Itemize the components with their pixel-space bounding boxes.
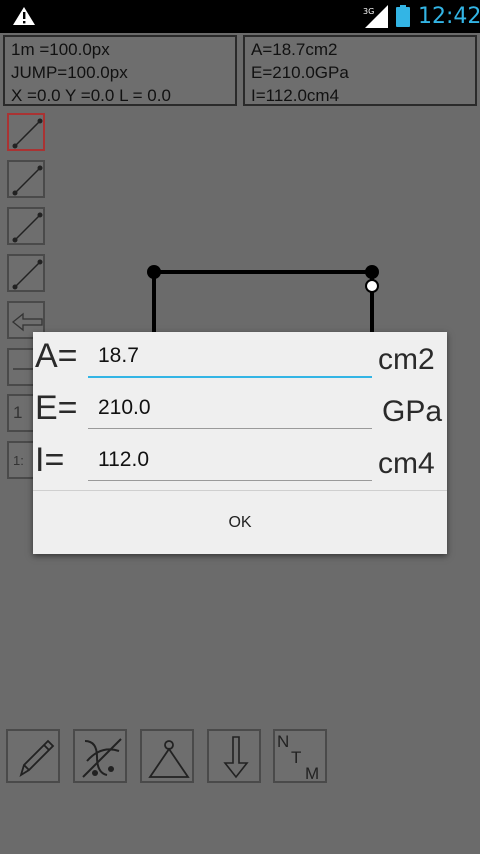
inertia-input[interactable]	[88, 440, 372, 480]
area-label: A=	[35, 337, 78, 375]
line-tool-button[interactable]	[7, 160, 45, 198]
load-arrow-down-icon	[223, 736, 249, 779]
node	[147, 265, 161, 279]
modulus-input-underline	[88, 428, 372, 429]
line-tool-icon	[12, 165, 43, 196]
line-tool-icon	[12, 212, 43, 243]
inertia-unit: cm4	[378, 447, 435, 480]
ok-button[interactable]: OK	[33, 491, 447, 554]
coordinates-text: X =0.0 Y =0.0 L = 0.0	[11, 86, 171, 105]
scale-ratio-text: 1:	[13, 453, 24, 468]
svg-text:M: M	[305, 764, 319, 783]
inertia-text: I=112.0cm4	[251, 86, 340, 105]
area-input[interactable]	[88, 336, 372, 376]
support-button[interactable]	[140, 729, 194, 783]
battery-icon	[396, 5, 410, 27]
modulus-input[interactable]	[88, 388, 372, 428]
svg-text:N: N	[277, 732, 289, 751]
inertia-label: I=	[35, 441, 65, 479]
line-tool-icon	[12, 118, 43, 149]
area-text: A=18.7cm2	[251, 40, 338, 59]
load-button[interactable]	[207, 729, 261, 783]
clock: 12:42	[418, 4, 480, 29]
modulus-row: E= GPa	[33, 384, 447, 436]
delete-button[interactable]	[73, 729, 127, 783]
pencil-button[interactable]	[6, 729, 60, 783]
scale-info-panel: 1m =100.0px JUMP=100.0px X =0.0 Y =0.0 L…	[3, 35, 237, 106]
pencil-icon	[19, 739, 55, 778]
ntm-diagram-icon: N T M	[277, 732, 319, 783]
signal-icon: 3G	[363, 5, 388, 28]
node	[365, 265, 379, 279]
section-properties-dialog: A= cm2 E= GPa I= cm4 OK	[33, 332, 447, 554]
inertia-input-underline	[88, 480, 372, 481]
line-tool-icon	[12, 259, 43, 290]
modulus-text: E=210.0GPa	[251, 63, 349, 82]
ntm-diagram-button[interactable]: N T M	[273, 729, 327, 783]
area-row: A= cm2	[33, 332, 447, 384]
line-tool-button[interactable]	[7, 207, 45, 245]
jump-text: JUMP=100.0px	[11, 63, 128, 82]
section-info-panel: A=18.7cm2 E=210.0GPa I=112.0cm4	[243, 35, 477, 106]
support-icon	[148, 740, 190, 778]
hinge-node	[365, 279, 379, 293]
delete-icon	[82, 738, 122, 778]
line-tool-button[interactable]	[7, 113, 45, 151]
scale-text: 1m =100.0px	[11, 40, 110, 59]
svg-text:3G: 3G	[363, 7, 374, 16]
area-input-underline	[88, 376, 372, 378]
area-unit: cm2	[378, 343, 435, 376]
modulus-unit: GPa	[382, 395, 443, 428]
status-bar: 3G 12:42	[0, 0, 480, 33]
ratio-text: 1	[13, 403, 23, 422]
warning-icon	[13, 7, 35, 25]
svg-text:T: T	[291, 748, 301, 767]
line-tool-button[interactable]	[7, 254, 45, 292]
inertia-row: I= cm4	[33, 436, 447, 488]
modulus-label: E=	[35, 389, 78, 427]
